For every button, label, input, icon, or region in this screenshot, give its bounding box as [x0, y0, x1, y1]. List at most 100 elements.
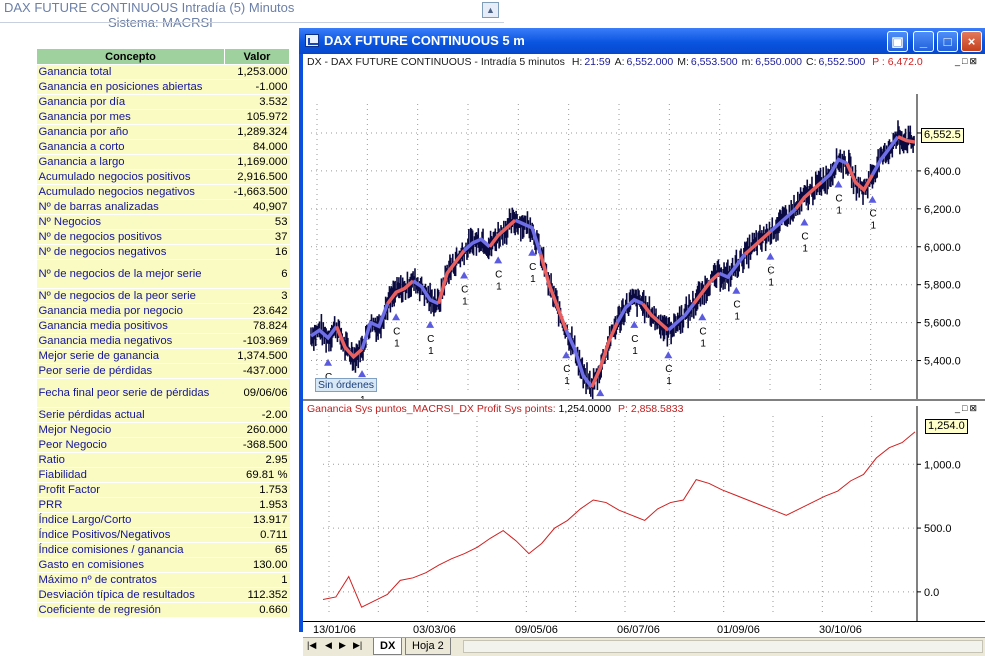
y-tick-label: 0.0	[924, 587, 939, 599]
window-titlebar[interactable]: DAX FUTURE CONTINUOUS 5 m ▣ _ □ ×	[299, 28, 985, 54]
metric-value: 37	[224, 229, 290, 245]
metric-value: 1.753	[224, 482, 290, 498]
y-tick-label: 5,400.0	[924, 356, 961, 368]
buy-arrow-icon	[426, 320, 435, 328]
chart-client-area: DX - DAX FUTURE CONTINUOUS - Intradía 5 …	[303, 54, 985, 656]
signal-label: C	[835, 194, 842, 205]
metric-concept: Ganancia media negativos	[36, 333, 225, 349]
metric-concept: Ganancia en posiciones abiertas	[36, 79, 225, 95]
metric-value: 0.711	[224, 527, 290, 543]
tab-hoja-2[interactable]: Hoja 2	[405, 638, 451, 655]
divider	[0, 22, 504, 23]
first-sheet-icon[interactable]: |◀	[307, 640, 316, 651]
signal-label: 1	[870, 221, 876, 232]
signal-label: 1	[734, 312, 740, 323]
signal-label: C	[393, 326, 400, 337]
signal-label: C	[631, 334, 638, 345]
minimize-button[interactable]: _	[913, 31, 934, 52]
strategy-line	[539, 253, 568, 331]
metric-concept: Serie pérdidas actual	[36, 407, 225, 423]
metric-concept: Gasto en comisiones	[36, 557, 225, 573]
y-tick-label: 6,200.0	[924, 204, 961, 216]
table-row: Fiabilidad 69.81 %	[36, 467, 290, 483]
signal-label: 1	[564, 376, 570, 387]
metric-concept: Ratio	[36, 452, 225, 468]
tab-dx[interactable]: DX	[373, 638, 403, 655]
metric-concept: Ganancia a largo	[36, 154, 225, 170]
metric-concept: PRR	[36, 497, 225, 513]
table-row: Nº de negocios de la peor serie 3	[36, 288, 290, 304]
table-row: Ganancia a corto 84.000	[36, 139, 290, 155]
strategy-line	[870, 135, 900, 176]
metric-value: 09/06/06	[224, 378, 290, 408]
metric-concept: Nº Negocios	[36, 214, 225, 230]
x-tick-label: 03/03/06	[413, 624, 456, 636]
table-row: Peor Negocio -368.500	[36, 437, 290, 453]
sheet-tabbar: |◀ ◀ ▶ ▶| DX Hoja 2	[303, 637, 985, 656]
metric-concept: Índice Positivos/Negativos	[36, 527, 225, 543]
signal-label: C	[529, 262, 536, 273]
metric-value: 6	[224, 259, 290, 289]
maximize-button[interactable]: □	[937, 31, 958, 52]
buy-arrow-icon	[698, 313, 707, 321]
table-row: Fecha final peor serie de pérdidas 09/06/…	[36, 378, 290, 408]
table-row: Ganancia por año 1,289.324	[36, 124, 290, 140]
metric-value: 1,169.000	[224, 154, 290, 170]
prev-sheet-icon[interactable]: ◀	[325, 640, 332, 651]
window-title: DAX FUTURE CONTINUOUS 5 m	[324, 33, 525, 48]
signal-label: 1	[462, 297, 468, 308]
table-row: Nº de negocios de la mejor serie 6	[36, 259, 290, 289]
price-chart[interactable]: 5,400.0 5,600.0 5,800.0 6,000.0 6,200.0 6,400…	[303, 54, 985, 399]
report-title: DAX FUTURE CONTINUOUS Intradía (5) Minut…	[4, 0, 295, 15]
metric-value: 65	[224, 542, 290, 558]
close-button[interactable]: ×	[961, 31, 982, 52]
metric-concept: Ganancia media positivos	[36, 318, 225, 334]
signal-label: C	[427, 334, 434, 345]
table-row: Ganancia media por negocio 23.642	[36, 303, 290, 319]
next-sheet-icon[interactable]: ▶	[339, 640, 346, 651]
y-tick-label: 5,800.0	[924, 280, 961, 292]
table-row: Nº Negocios 53	[36, 214, 290, 230]
y-tick-label: 6,000.0	[924, 242, 961, 254]
signal-label: 1	[666, 376, 672, 387]
metric-concept: Nº de barras analizadas	[36, 199, 225, 215]
x-tick-label: 13/01/06	[313, 624, 356, 636]
scroll-up-button[interactable]: ▲	[482, 2, 499, 18]
metric-concept: Acumulado negocios positivos	[36, 169, 225, 185]
metric-value: 260.000	[224, 422, 290, 438]
metric-value: -437.000	[224, 363, 290, 379]
signal-label: 1	[496, 281, 502, 292]
signal-label: 1	[632, 346, 638, 357]
table-row: Índice Largo/Corto 13.917	[36, 512, 290, 528]
equity-chart[interactable]: 0.0 500.0 1,000.0	[303, 401, 985, 621]
x-tick-label: 09/05/06	[515, 624, 558, 636]
metric-value: 130.00	[224, 557, 290, 573]
metric-value: 1,374.500	[224, 348, 290, 364]
x-axis: 13/01/06 03/03/06 09/05/06 06/07/06 01/09/06…	[303, 621, 985, 638]
table-row: Ganancia total 1,253.000	[36, 64, 290, 80]
metric-value: 0.660	[224, 602, 290, 618]
metric-value: 1	[224, 572, 290, 588]
table-row: Acumulado negocios positivos 2,916.500	[36, 169, 290, 185]
signal-label: 1	[768, 278, 774, 289]
table-row: Ratio 2.95	[36, 452, 290, 468]
equity-pane[interactable]: Ganancia Sys puntos_MACRSI_DX Profit Sys…	[303, 401, 985, 621]
table-row: Índice Positivos/Negativos 0.711	[36, 527, 290, 543]
signal-label: 1	[836, 206, 842, 217]
y-tick-label: 500.0	[924, 523, 952, 535]
metric-concept: Fecha final peor serie de pérdidas	[36, 378, 225, 408]
table-row: Ganancia media negativos -103.969	[36, 333, 290, 349]
strategy-line	[564, 329, 594, 389]
equity-line	[322, 431, 916, 608]
metric-concept: Ganancia por mes	[36, 109, 225, 125]
price-pane[interactable]: DX - DAX FUTURE CONTINUOUS - Intradía 5 …	[303, 54, 985, 401]
x-tick-label: 01/09/06	[717, 624, 760, 636]
price-bars	[310, 120, 915, 399]
metric-value: 1,289.324	[224, 124, 290, 140]
horizontal-scrollbar[interactable]	[463, 640, 983, 653]
table-row: Ganancia por día 3.532	[36, 94, 290, 110]
last-sheet-icon[interactable]: ▶|	[353, 640, 362, 651]
signal-label: 1	[360, 395, 366, 399]
restore-button[interactable]: ▣	[887, 31, 908, 52]
buy-arrow-icon	[732, 286, 741, 294]
